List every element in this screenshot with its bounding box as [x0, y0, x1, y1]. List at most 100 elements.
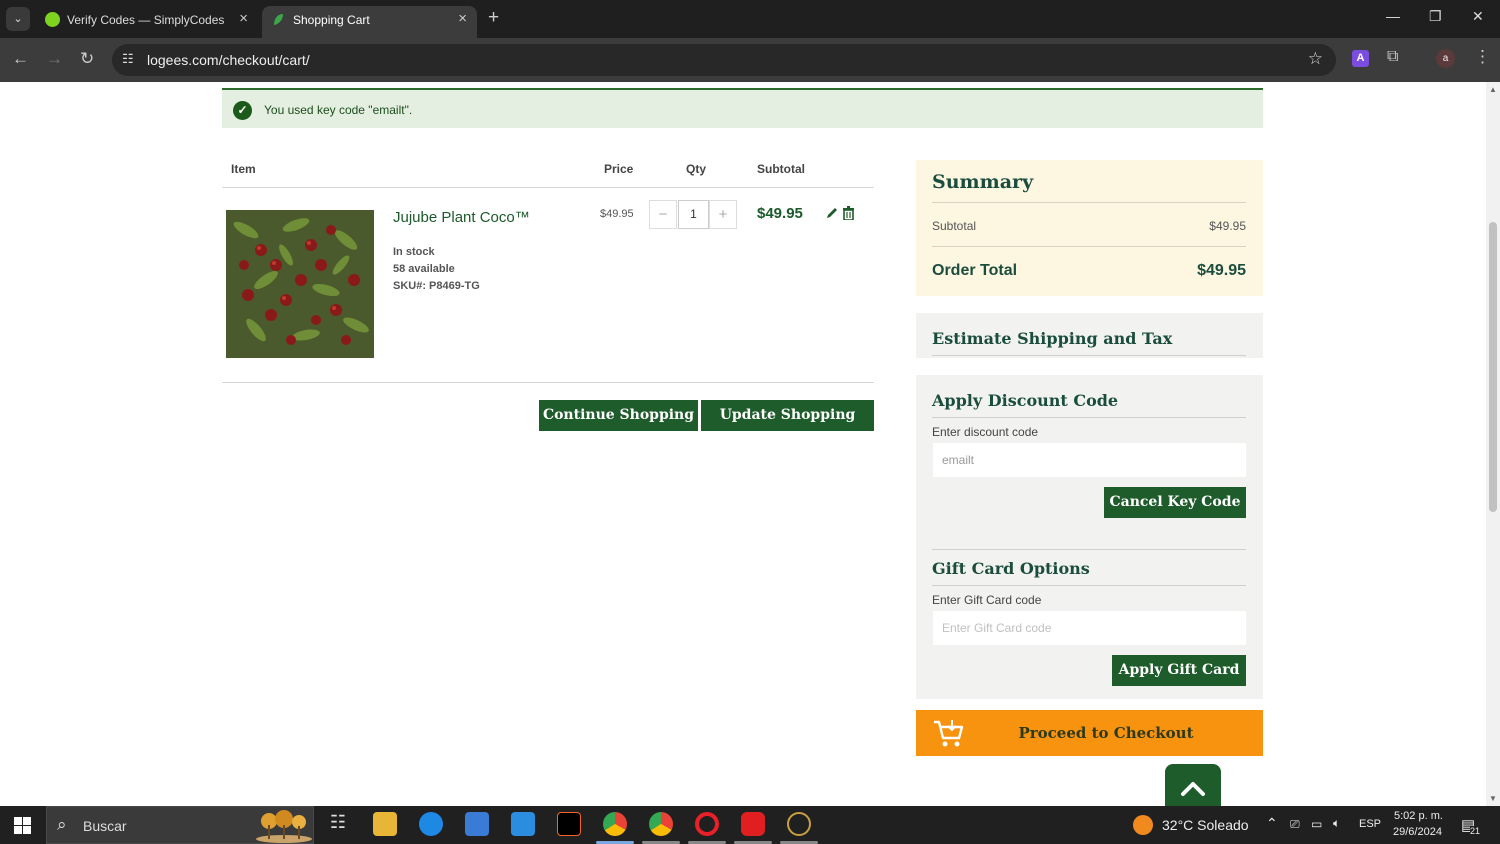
mail-icon[interactable] — [511, 812, 535, 836]
proceed-to-checkout-button[interactable]: Proceed to Checkout — [916, 710, 1263, 756]
taskbar-search[interactable]: ⌕ Buscar — [46, 806, 314, 844]
success-notice: ✓ You used key code "emailt". — [222, 88, 1263, 128]
trash-icon[interactable] — [842, 206, 855, 220]
close-window-icon[interactable]: ✕ — [1472, 8, 1484, 25]
gift-rule — [932, 585, 1246, 586]
extension-a-icon[interactable]: A — [1352, 50, 1369, 67]
network-icon[interactable]: ▭ — [1311, 817, 1322, 831]
cancel-key-code-button[interactable]: Cancel Key Code — [1104, 487, 1246, 518]
media-app-icon[interactable] — [557, 812, 581, 836]
discount-panel: Apply Discount Code Enter discount code … — [916, 375, 1263, 699]
bookmark-star-icon[interactable]: ☆ — [1308, 49, 1323, 69]
site-info-icon[interactable]: ☷ — [122, 51, 134, 67]
notification-count: 21 — [1470, 826, 1481, 836]
order-total-label: Order Total — [932, 262, 1018, 279]
browser-tab-bar: ⌄ Verify Codes — SimplyCodes × Shopping … — [0, 0, 1500, 38]
product-details: In stock 58 available SKU#: P8469-TG — [393, 244, 480, 295]
tab-title: Shopping Cart — [293, 13, 370, 27]
decrease-qty-button[interactable]: − — [649, 200, 677, 229]
weather-sun-icon[interactable] — [1133, 815, 1153, 835]
available-count: 58 available — [393, 263, 455, 275]
subtotal-value: $49.95 — [1209, 219, 1246, 233]
edge-browser-icon[interactable] — [419, 812, 443, 836]
opera-icon[interactable] — [695, 812, 719, 836]
product-name-link[interactable]: Jujube Plant Coco™ — [393, 209, 530, 226]
browser-toolbar: ← → ↻ ☷ logees.com/checkout/cart/ ☆ A ⧉ … — [0, 38, 1500, 82]
back-to-top-button[interactable] — [1165, 764, 1221, 806]
summary-rule — [932, 202, 1246, 203]
update-cart-button[interactable]: Update Shopping Cart — [701, 400, 874, 454]
scroll-down-icon[interactable]: ▼ — [1489, 794, 1497, 803]
chrome-icon[interactable] — [603, 812, 627, 836]
subtotal-label: Subtotal — [932, 219, 977, 233]
restore-icon[interactable]: ❐ — [1429, 8, 1442, 25]
tab-verify-codes[interactable]: Verify Codes — SimplyCodes × — [36, 6, 258, 38]
chevron-up-icon — [1181, 782, 1205, 796]
close-tab-icon[interactable]: × — [458, 10, 467, 27]
tray-expand-icon[interactable]: ⌃ — [1266, 815, 1278, 832]
microsoft-store-icon[interactable] — [465, 812, 489, 836]
scroll-thumb[interactable] — [1489, 222, 1497, 512]
browser-menu-icon[interactable]: ⋮ — [1474, 47, 1491, 67]
profile-avatar[interactable]: a — [1436, 49, 1455, 68]
game-launcher-icon[interactable] — [787, 812, 811, 836]
meet-now-icon[interactable]: ⎚ — [1290, 817, 1300, 832]
estimate-shipping-title[interactable]: Estimate Shipping and Tax — [932, 329, 1172, 348]
gift-top-rule — [932, 549, 1246, 550]
task-view-icon[interactable]: ☷ — [326, 812, 350, 836]
weather-text[interactable]: 32°C Soleado — [1162, 817, 1249, 833]
taskbar-search-label: Buscar — [83, 818, 127, 834]
estimate-shipping-panel[interactable]: Estimate Shipping and Tax — [916, 313, 1263, 358]
simplycodes-favicon-icon — [45, 12, 60, 27]
search-icon: ⌕ — [57, 815, 67, 834]
order-total-value: $49.95 — [1197, 262, 1246, 279]
new-tab-icon[interactable]: + — [488, 8, 499, 28]
discount-label: Enter discount code — [932, 425, 1039, 439]
discount-title[interactable]: Apply Discount Code — [932, 391, 1118, 410]
forward-arrow-icon[interactable]: → — [46, 49, 63, 69]
product-image[interactable] — [226, 210, 374, 358]
url-text[interactable]: logees.com/checkout/cart/ — [147, 52, 310, 68]
scroll-up-icon[interactable]: ▲ — [1489, 85, 1497, 94]
pencil-edit-icon[interactable] — [825, 206, 839, 220]
language-indicator[interactable]: ESP — [1359, 818, 1381, 830]
item-price: $49.95 — [600, 208, 634, 220]
gift-card-input[interactable] — [933, 611, 1246, 645]
red-app-icon[interactable] — [741, 812, 765, 836]
summary-panel: Summary Subtotal $49.95 Order Total $49.… — [916, 160, 1263, 296]
page-scrollbar[interactable]: ▲ ▼ — [1486, 82, 1500, 806]
windows-taskbar: ⌕ Buscar ☷ 32°C Soleado ⌃ ⎚ ▭ 🔈︎ ESP 5:0… — [0, 806, 1500, 844]
continue-shopping-button[interactable]: Continue Shopping — [539, 400, 698, 431]
shipping-rule — [932, 355, 1246, 356]
file-explorer-icon[interactable] — [373, 812, 397, 836]
checkmark-icon: ✓ — [233, 101, 252, 120]
clock-date[interactable]: 29/6/2024 — [1393, 826, 1442, 838]
header-price: Price — [604, 162, 634, 176]
clock-time[interactable]: 5:02 p. m. — [1394, 810, 1443, 822]
qty-input[interactable]: 1 — [678, 200, 709, 229]
chrome-profile-icon[interactable] — [649, 812, 673, 836]
tab-search-button[interactable]: ⌄ — [6, 7, 30, 31]
stock-status: In stock — [393, 246, 435, 258]
volume-icon[interactable]: 🔈︎ — [1333, 816, 1340, 831]
gift-card-title[interactable]: Gift Card Options — [932, 559, 1090, 578]
discount-code-input[interactable] — [933, 443, 1246, 477]
address-bar[interactable]: ☷ logees.com/checkout/cart/ ☆ — [112, 44, 1336, 76]
extensions-puzzle-icon[interactable]: ⧉ — [1387, 48, 1398, 66]
cart-table-header: Item Price Qty Subtotal — [222, 152, 874, 188]
summary-title: Summary — [932, 171, 1034, 193]
apply-gift-card-button[interactable]: Apply Gift Card — [1112, 655, 1246, 686]
minimize-icon[interactable]: — — [1386, 8, 1400, 24]
trees-illustration-icon — [256, 810, 312, 843]
close-tab-icon[interactable]: × — [239, 10, 248, 27]
back-arrow-icon[interactable]: ← — [12, 49, 29, 69]
windows-start-icon[interactable] — [14, 817, 31, 834]
gift-card-label: Enter Gift Card code — [932, 593, 1042, 607]
reload-icon[interactable]: ↻ — [80, 49, 94, 69]
product-sku: SKU#: P8469-TG — [393, 280, 480, 292]
page-viewport: ✓ You used key code "emailt". Item Price… — [0, 82, 1486, 806]
discount-rule — [932, 417, 1246, 418]
tab-shopping-cart[interactable]: Shopping Cart × — [262, 6, 477, 38]
increase-qty-button[interactable]: + — [709, 200, 737, 229]
header-item: Item — [231, 162, 256, 176]
